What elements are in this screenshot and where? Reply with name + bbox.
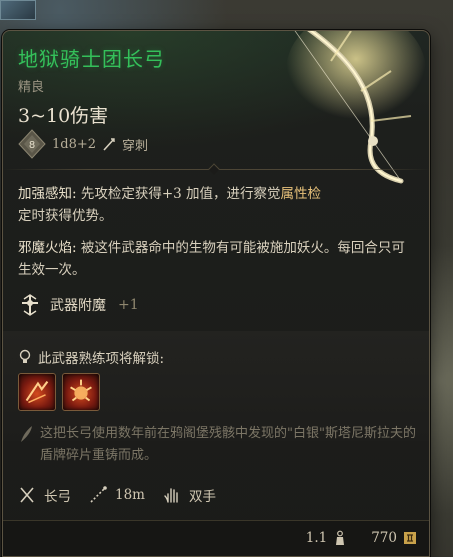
item-weight: 1.1 <box>305 530 328 546</box>
damage-type: 穿刺 <box>122 138 149 154</box>
fire-burst-skill-icon[interactable] <box>62 373 100 411</box>
enchant-bonus: +1 <box>118 297 139 313</box>
passive-text-cont: 定时获得优势。 <box>18 208 113 224</box>
item-rarity: 精良 <box>18 80 45 95</box>
weight-value-row: 1.1 770 <box>306 530 417 546</box>
feather-quill-icon <box>21 426 32 442</box>
passive-fiendish-fire: 邪魔火焰: 被这件武器命中的生物有可能被施加妖火。每回合只可生效一次。 <box>18 237 418 281</box>
range-icon <box>90 486 107 503</box>
weapon-properties-row: 长弓 18m 双手 <box>18 485 226 505</box>
item-lore: 这把长弓使用数年前在鸦阁堡残骸中发现的"白银"斯塔尼斯拉夫的盾牌碎片重铸而成。 <box>18 423 418 467</box>
weapon-enchantment-row: 武器附魔 +1 <box>18 293 139 317</box>
property-range[interactable]: 18m <box>89 486 145 504</box>
weapon-enchant-icon <box>22 294 38 316</box>
item-gold-value: 770 <box>371 530 397 546</box>
passive-highlight[interactable]: 属性检 <box>281 186 322 202</box>
damage-range: 3~10伤害 <box>18 105 109 127</box>
passive-name: 邪魔火焰: <box>18 240 77 256</box>
passive-text: 先攻检定获得+3 加值，进行察觉 <box>76 186 281 202</box>
divider-notch <box>208 163 220 175</box>
passive-name: 加强感知: <box>18 186 77 202</box>
d8-dice-icon: 8 <box>18 129 46 159</box>
property-label: 双手 <box>188 489 216 505</box>
property-label: 18m <box>115 487 145 503</box>
item-name: 地狱骑士团长弓 <box>18 47 165 71</box>
unlock-skill-list <box>18 373 100 411</box>
dice-badge-number: 8 <box>29 140 35 151</box>
property-weapon-type[interactable]: 长弓 <box>18 485 71 505</box>
gold-coin-icon <box>404 532 416 544</box>
damage-dice-row: 8 1d8+2 穿刺 <box>18 129 148 159</box>
item-tooltip: 地狱骑士团长弓 精良 3~10伤害 8 1d8+2 穿刺 加强感知: 先攻检定获… <box>2 30 430 557</box>
unlock-title-text: 此武器熟练项将解锁: <box>38 351 165 367</box>
unlock-title: 此武器熟练项将解锁: <box>18 347 164 367</box>
weight-icon <box>336 530 345 545</box>
lightbulb-icon <box>19 349 31 363</box>
inventory-slot-thumbnail[interactable] <box>0 0 36 20</box>
dice-formula: 1d8+2 <box>52 136 97 152</box>
tooltip-footer: 1.1 770 <box>3 520 429 556</box>
lore-text: 这把长弓使用数年前在鸦阁堡残骸中发现的"白银"斯塔尼斯拉夫的盾牌碎片重铸而成。 <box>40 426 416 463</box>
longbow-item-art <box>286 31 426 184</box>
enchant-label: 武器附魔 <box>50 298 106 314</box>
bow-icon <box>20 487 34 503</box>
passive-enhanced-perception: 加强感知: 先攻检定获得+3 加值，进行察觉属性检定时获得优势。 <box>18 183 418 227</box>
property-handedness[interactable]: 双手 <box>163 485 216 505</box>
passive-text: 被这件武器命中的生物有可能被施加妖火。每回合只可生效一次。 <box>18 240 405 278</box>
piercing-icon <box>103 138 115 151</box>
flame-slash-skill-icon[interactable] <box>18 373 56 411</box>
hand-icon <box>164 488 178 503</box>
property-label: 长弓 <box>44 489 71 505</box>
